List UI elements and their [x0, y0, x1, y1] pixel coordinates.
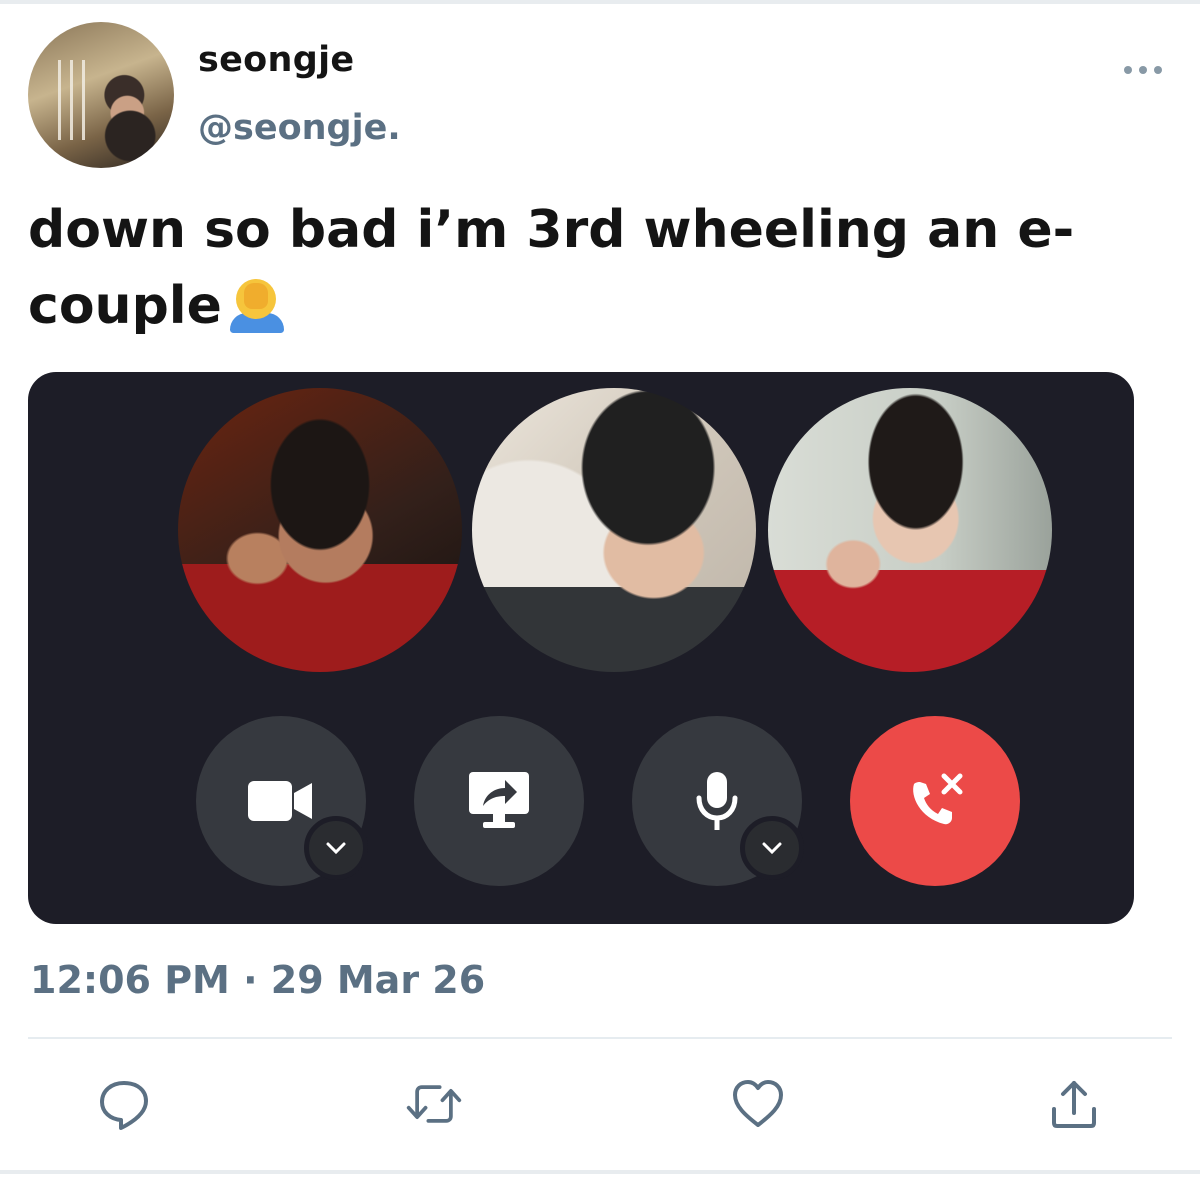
- screen-share-button[interactable]: [414, 716, 584, 886]
- display-name[interactable]: seongje: [198, 40, 354, 80]
- more-options-icon[interactable]: [1118, 58, 1168, 82]
- tweet-text: down so bad i’m 3rd wheeling an e-couple: [28, 192, 1148, 344]
- tweet-timestamp[interactable]: 12:06 PM · 29 Mar 26: [30, 958, 485, 1002]
- avatar[interactable]: [28, 22, 174, 168]
- face-palm-emoji: [229, 279, 284, 333]
- share-button[interactable]: [1044, 1074, 1104, 1134]
- tweet-media-image[interactable]: [28, 372, 1134, 924]
- hang-up-button[interactable]: [850, 716, 1020, 886]
- retweet-icon: [406, 1085, 462, 1123]
- microphone-options-dropdown[interactable]: [740, 816, 804, 880]
- hang-up-icon: [913, 773, 963, 825]
- bottom-border: [0, 1170, 1200, 1174]
- reply-icon: [100, 1081, 148, 1130]
- retweet-button[interactable]: [404, 1074, 464, 1134]
- call-participant-avatar-2: [472, 388, 756, 672]
- heart-icon: [733, 1080, 783, 1127]
- user-handle[interactable]: @seongje.: [198, 108, 401, 148]
- chevron-down-icon: [326, 842, 346, 855]
- call-participant-avatar-1: [178, 388, 462, 672]
- like-button[interactable]: [728, 1074, 788, 1134]
- microphone-icon: [696, 772, 738, 830]
- call-participant-avatar-3: [768, 388, 1052, 672]
- tweet-text-body: down so bad i’m 3rd wheeling an e-couple: [28, 200, 1075, 336]
- share-icon: [1052, 1081, 1096, 1128]
- divider: [28, 1037, 1172, 1039]
- chevron-down-icon: [762, 842, 782, 855]
- reply-button[interactable]: [94, 1074, 154, 1134]
- screen-share-icon: [469, 772, 529, 828]
- video-options-dropdown[interactable]: [304, 816, 368, 880]
- top-border: [0, 0, 1200, 4]
- video-camera-icon: [248, 781, 312, 821]
